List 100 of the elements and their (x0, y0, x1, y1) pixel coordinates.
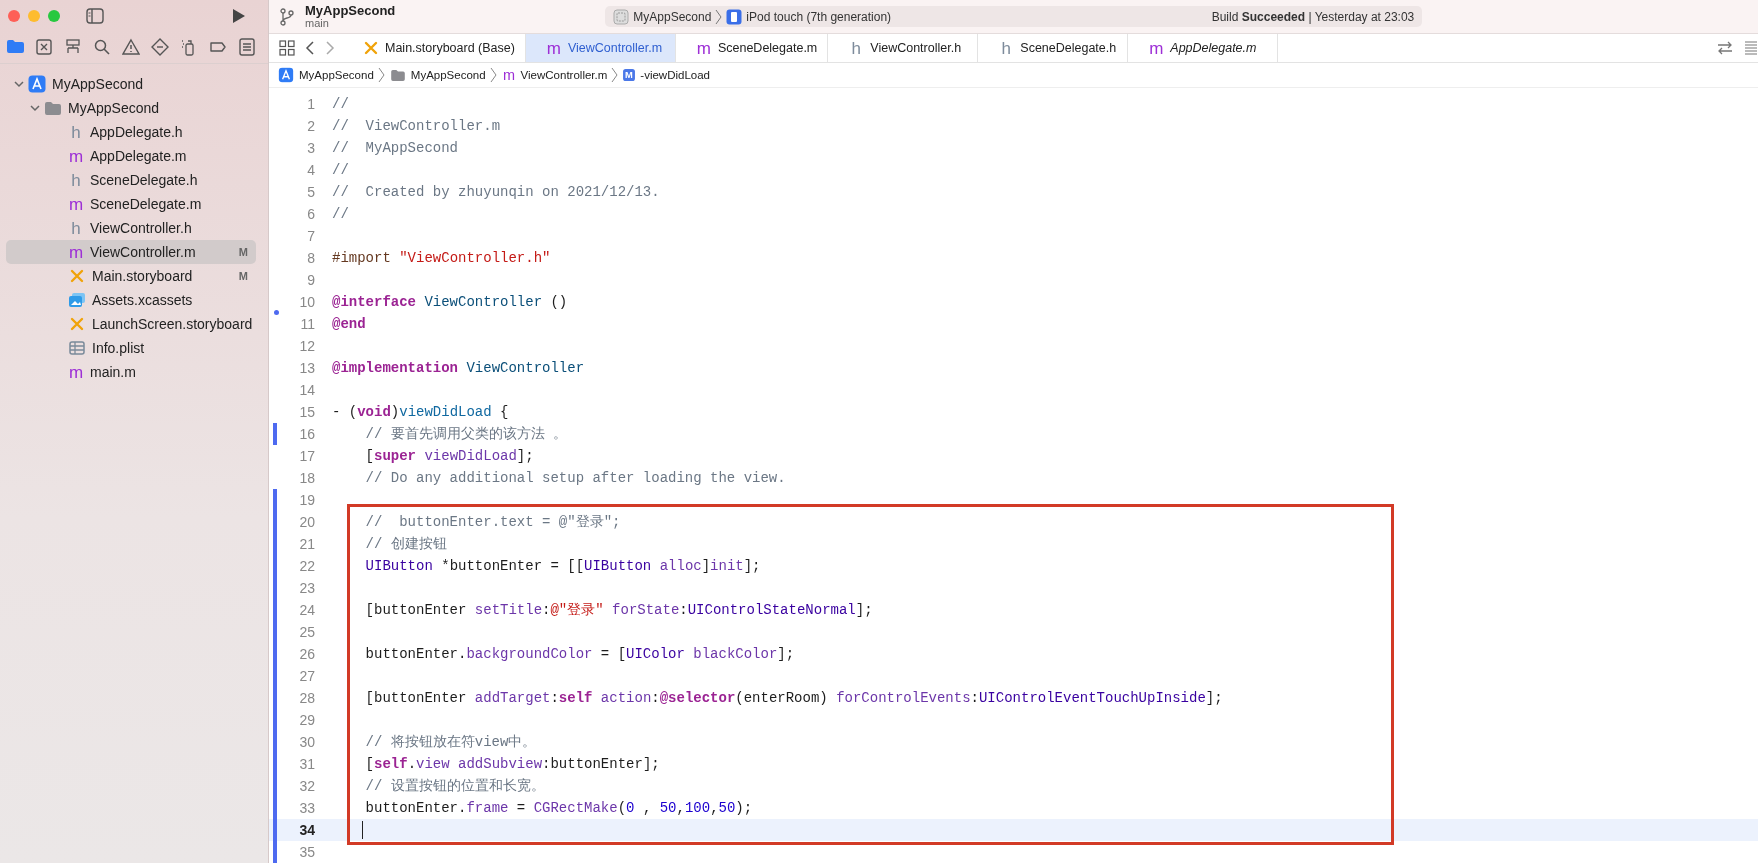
line-number: 6 (306, 206, 315, 222)
line-number: 9 (306, 272, 315, 288)
code-line: #import "ViewController.h" (332, 250, 551, 266)
image-set-icon (68, 292, 86, 308)
file-item[interactable]: h AppDelegate.h (6, 120, 256, 144)
code-line: // 将按钮放在符view中。 (364, 733, 537, 751)
line-number: 33 (298, 800, 315, 816)
grid-icon[interactable] (279, 40, 295, 56)
branch-name: main (305, 17, 329, 30)
code-line: // Do any additional setup after loading the view. (364, 470, 786, 486)
code-line: - (void)viewDidLoad { (332, 404, 509, 420)
file-item[interactable]: LaunchScreen.storyboard (6, 312, 256, 336)
code-line: // buttonEnter.text = @"登录"; (364, 513, 621, 531)
back-icon[interactable] (305, 41, 315, 55)
file-name: SceneDelegate.m (90, 196, 202, 212)
sidebar-toggle-icon[interactable] (86, 7, 104, 24)
breadcrumb-item[interactable]: M -viewDidLoad (622, 68, 710, 82)
device-name[interactable]: iPod touch (7th generation) (746, 9, 892, 24)
code-line: [super viewDidLoad]; (364, 448, 534, 464)
line-number: 17 (298, 448, 315, 464)
navigator-item[interactable]: MyAppSecond (6, 96, 256, 120)
line-number: 27 (298, 668, 315, 684)
hierarchy-icon[interactable] (64, 38, 82, 56)
table-icon (68, 341, 86, 355)
disclosure-chevron-icon[interactable] (14, 79, 24, 89)
line-number: 7 (306, 228, 315, 244)
line-number: 19 (298, 492, 315, 508)
disclosure-chevron-icon[interactable] (30, 103, 40, 113)
warning-icon[interactable] (122, 38, 140, 56)
list-icon[interactable] (238, 38, 256, 56)
line-number: 31 (298, 756, 315, 772)
file-type-icon: h (998, 39, 1015, 57)
file-name: ViewController.h (90, 220, 192, 236)
line-number: 8 (306, 250, 315, 266)
file-item[interactable]: h SceneDelegate.h (6, 168, 256, 192)
line-number: 4 (306, 162, 315, 178)
line-number: 26 (298, 646, 315, 662)
breadcrumb-item[interactable]: m ViewController.m (500, 66, 608, 84)
line-number: 16 (298, 426, 315, 442)
file-item[interactable]: m ViewController.m M (6, 240, 256, 264)
file-type-icon: h (68, 123, 84, 141)
file-name: Assets.xcassets (92, 292, 193, 308)
diamond-icon[interactable] (151, 38, 169, 56)
editor-tab[interactable]: m AppDelegate.m (1128, 34, 1279, 62)
editor-tab[interactable]: h ViewController.h (828, 34, 979, 62)
file-item[interactable]: Assets.xcassets (6, 288, 256, 312)
breadcrumb-item[interactable]: MyAppSecond (277, 66, 374, 84)
scheme-name[interactable]: MyAppSecond (633, 9, 712, 24)
run-icon[interactable] (232, 7, 246, 24)
code-line: @implementation ViewController (332, 360, 585, 376)
file-type-icon: m (695, 39, 712, 57)
swap-arrows-icon[interactable] (1716, 40, 1734, 56)
code-line: // (332, 206, 349, 222)
file-item[interactable]: m SceneDelegate.m (6, 192, 256, 216)
line-number: 34 (298, 822, 315, 838)
line-number: 35 (298, 844, 315, 860)
breadcrumb-item[interactable]: MyAppSecond (388, 68, 486, 82)
navigator-item[interactable]: MyAppSecond (6, 72, 256, 96)
file-item[interactable]: Info.plist (6, 336, 256, 360)
code-line: @end (332, 316, 366, 332)
code-line: [self.view addSubview:buttonEnter]; (364, 756, 660, 772)
editor-tab[interactable]: h SceneDelegate.h (978, 34, 1129, 62)
code-line: // Created by zhuyunqin on 2021/12/13. (332, 184, 660, 200)
window-control-dot[interactable] (8, 9, 20, 22)
window-control-dot[interactable] (28, 9, 40, 22)
line-number: 12 (298, 338, 315, 354)
search-icon[interactable] (93, 38, 111, 56)
window-control-dot[interactable] (48, 9, 60, 22)
file-item[interactable]: h ViewController.h (6, 216, 256, 240)
line-number: 2 (306, 118, 315, 134)
x-square-icon[interactable] (35, 38, 53, 56)
method-icon: M (623, 69, 636, 81)
file-name: AppDelegate.h (90, 124, 183, 140)
line-number: 29 (298, 712, 315, 728)
file-name: LaunchScreen.storyboard (92, 316, 253, 332)
file-type-icon: h (848, 39, 865, 57)
forward-icon[interactable] (325, 41, 335, 55)
file-name: MyAppSecond (68, 100, 160, 116)
file-name: AppDelegate.m (90, 148, 187, 164)
editor-tab[interactable]: Main.storyboard (Base) (343, 34, 526, 62)
code-line: UIButton *buttonEnter = [[UIButton alloc]init]; (364, 558, 761, 574)
line-number: 25 (298, 624, 315, 640)
line-number: 23 (298, 580, 315, 596)
line-number: 10 (298, 294, 315, 310)
folder-icon (44, 101, 62, 115)
line-number: 3 (306, 140, 315, 156)
editor-tab[interactable]: m ViewController.m (525, 34, 676, 62)
build-status: Build Succeeded | Yesterday at 23:03 (1211, 9, 1415, 24)
file-item[interactable]: m AppDelegate.m (6, 144, 256, 168)
code-line: // 要首先调用父类的该方法 。 (364, 425, 568, 443)
file-item[interactable]: m main.m (6, 360, 256, 384)
folder-icon[interactable] (6, 38, 24, 56)
file-type-icon: m (68, 195, 84, 213)
file-item[interactable]: Main.storyboard M (6, 264, 256, 288)
code-line: // MyAppSecond (332, 140, 459, 156)
chevron-icon (377, 67, 385, 83)
line-number: 21 (298, 536, 315, 552)
chevron-icon (489, 67, 497, 83)
editor-tab[interactable]: m SceneDelegate.m (675, 34, 829, 62)
app-project-icon (278, 67, 294, 83)
